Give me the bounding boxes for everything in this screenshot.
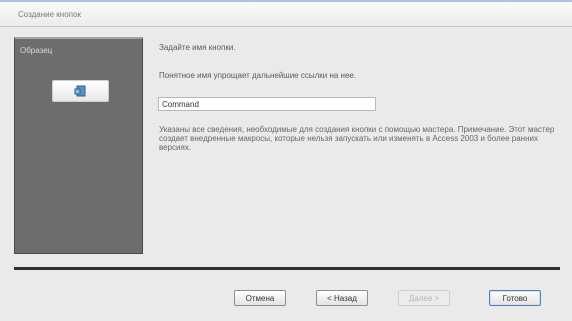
finish-button[interactable]: Готово [489, 290, 541, 306]
prompt-text: Задайте имя кнопки. [159, 43, 236, 52]
description-text: Указаны все сведения, необходимые для со… [159, 125, 555, 152]
window-title: Создание кнопок [18, 10, 81, 19]
button-name-input[interactable] [158, 97, 376, 111]
divider [14, 267, 560, 270]
back-button[interactable]: < Назад [316, 290, 368, 306]
cancel-button[interactable]: Отмена [234, 290, 286, 306]
title-bar: Создание кнопок [0, 0, 572, 27]
sample-button-preview [52, 80, 109, 102]
command-button-icon [74, 85, 86, 97]
sample-panel: Образец [14, 37, 143, 254]
hint-text: Понятное имя упрощает дальнейшие ссылки … [159, 71, 357, 80]
next-button: Далее > [398, 290, 450, 306]
sample-label: Образец [20, 46, 53, 55]
